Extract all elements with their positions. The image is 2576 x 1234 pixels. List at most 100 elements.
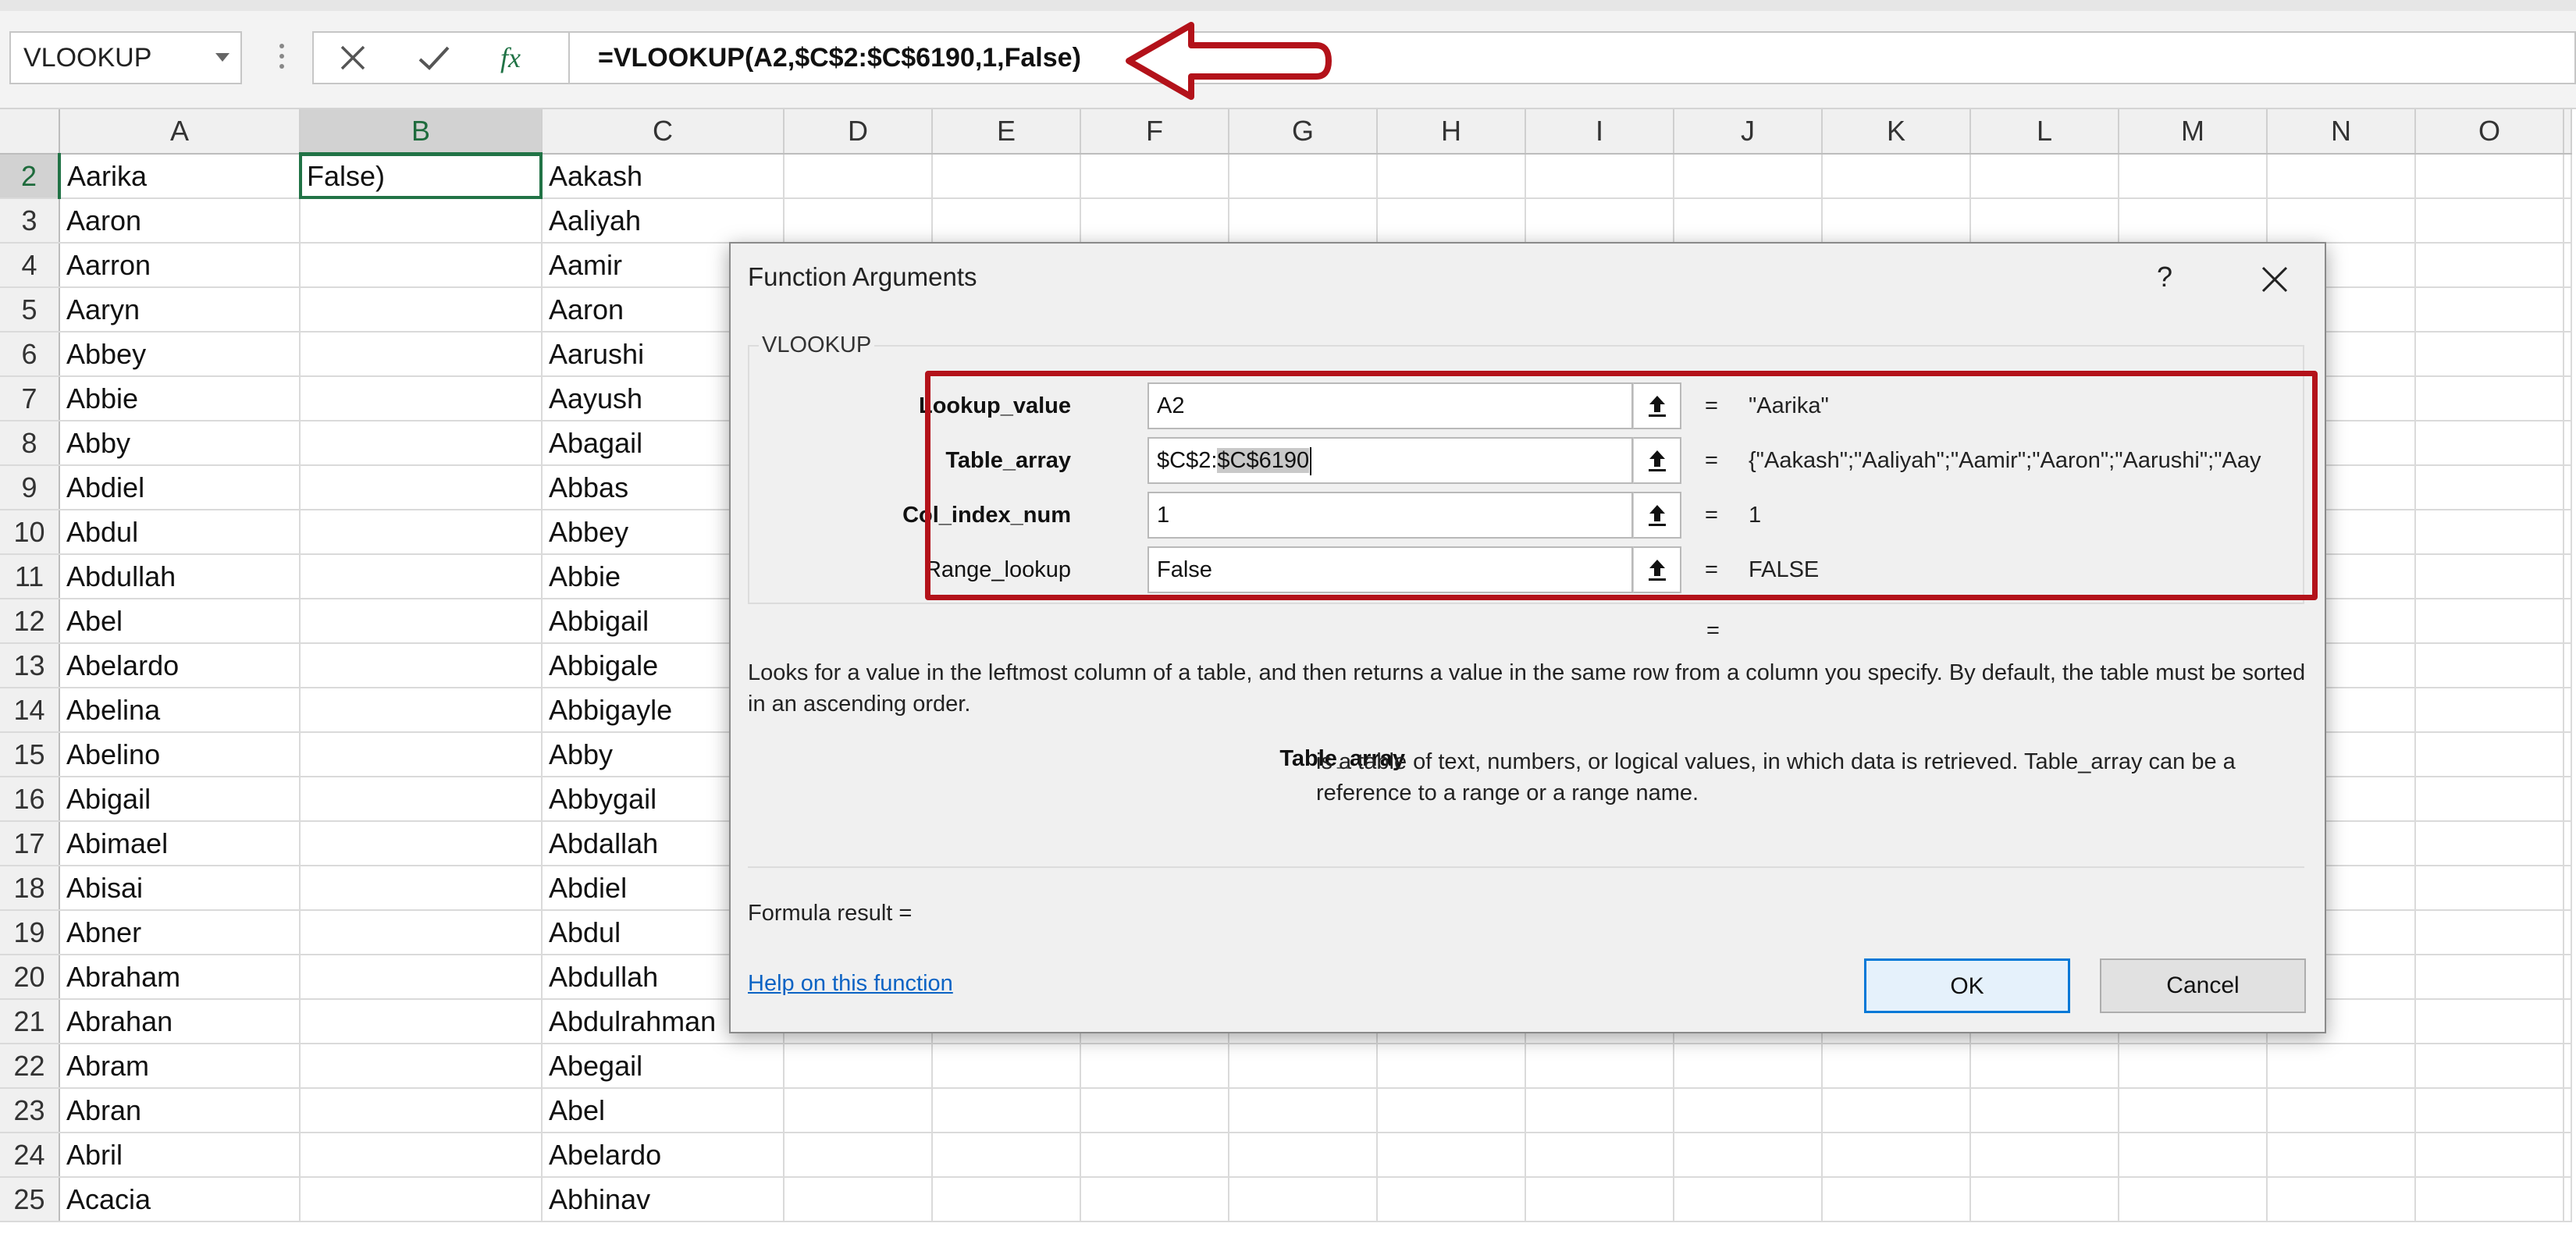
- empty-cell[interactable]: [2415, 510, 2564, 555]
- row-header[interactable]: 5: [0, 287, 60, 333]
- formula-input[interactable]: =VLOOKUP(A2,$C$2:$C$6190,1,False): [568, 31, 2576, 84]
- select-all-corner[interactable]: [0, 109, 60, 155]
- empty-cell[interactable]: [1822, 1044, 1971, 1089]
- drag-handle-icon[interactable]: [279, 44, 284, 72]
- empty-cell[interactable]: [1525, 1177, 1674, 1222]
- column-header-h[interactable]: H: [1377, 109, 1526, 155]
- row-header[interactable]: 7: [0, 376, 60, 421]
- cell-b3[interactable]: [300, 198, 543, 244]
- cell-c24[interactable]: Abelardo: [542, 1133, 785, 1178]
- empty-cell[interactable]: [2564, 287, 2572, 333]
- empty-cell[interactable]: [932, 1044, 1081, 1089]
- empty-cell[interactable]: [2564, 332, 2572, 377]
- empty-cell[interactable]: [1970, 198, 2119, 244]
- cell-a23[interactable]: Abran: [59, 1088, 301, 1133]
- cell-a21[interactable]: Abrahan: [59, 999, 301, 1044]
- row-header[interactable]: 25: [0, 1177, 60, 1222]
- empty-cell[interactable]: [1377, 1177, 1526, 1222]
- column-header-c[interactable]: C: [542, 109, 785, 155]
- empty-cell[interactable]: [1525, 1088, 1674, 1133]
- empty-cell[interactable]: [1822, 1133, 1971, 1178]
- column-header-j[interactable]: J: [1674, 109, 1823, 155]
- name-box[interactable]: VLOOKUP: [9, 31, 242, 84]
- cell-a13[interactable]: Abelardo: [59, 643, 301, 688]
- empty-cell[interactable]: [1674, 154, 1823, 199]
- empty-cell[interactable]: [2415, 910, 2564, 955]
- row-header[interactable]: 20: [0, 955, 60, 1000]
- empty-cell[interactable]: [1229, 1044, 1378, 1089]
- empty-cell[interactable]: [1822, 1177, 1971, 1222]
- empty-cell[interactable]: [1674, 198, 1823, 244]
- row-header[interactable]: 10: [0, 510, 60, 555]
- column-header-a[interactable]: A: [59, 109, 301, 155]
- empty-cell[interactable]: [1377, 1133, 1526, 1178]
- empty-cell[interactable]: [2415, 465, 2564, 510]
- empty-cell[interactable]: [2564, 688, 2572, 733]
- cell-b20[interactable]: [300, 955, 543, 1000]
- empty-cell[interactable]: [1525, 154, 1674, 199]
- empty-cell[interactable]: [2415, 1177, 2564, 1222]
- cell-b17[interactable]: [300, 821, 543, 866]
- empty-cell[interactable]: [2564, 465, 2572, 510]
- empty-cell[interactable]: [2415, 732, 2564, 777]
- empty-cell[interactable]: [1229, 1088, 1378, 1133]
- empty-cell[interactable]: [2415, 376, 2564, 421]
- empty-cell[interactable]: [784, 198, 933, 244]
- cell-b5[interactable]: [300, 287, 543, 333]
- empty-cell[interactable]: [1229, 1133, 1378, 1178]
- empty-cell[interactable]: [2119, 198, 2268, 244]
- empty-cell[interactable]: [2564, 554, 2572, 599]
- cell-b16[interactable]: [300, 777, 543, 822]
- cell-a12[interactable]: Abel: [59, 599, 301, 644]
- cell-b10[interactable]: [300, 510, 543, 555]
- empty-cell[interactable]: [1229, 154, 1378, 199]
- empty-cell[interactable]: [932, 1177, 1081, 1222]
- empty-cell[interactable]: [1377, 154, 1526, 199]
- column-header-k[interactable]: K: [1822, 109, 1971, 155]
- empty-cell[interactable]: [1822, 1088, 1971, 1133]
- row-header[interactable]: 6: [0, 332, 60, 377]
- row-header[interactable]: 17: [0, 821, 60, 866]
- cell-a20[interactable]: Abraham: [59, 955, 301, 1000]
- cell-c22[interactable]: Abegail: [542, 1044, 785, 1089]
- empty-cell[interactable]: [2119, 1133, 2268, 1178]
- empty-cell[interactable]: [2564, 198, 2572, 244]
- empty-cell[interactable]: [1377, 1088, 1526, 1133]
- cell-a6[interactable]: Abbey: [59, 332, 301, 377]
- column-header-o[interactable]: O: [2415, 109, 2564, 155]
- row-header[interactable]: 15: [0, 732, 60, 777]
- empty-cell[interactable]: [932, 1133, 1081, 1178]
- empty-cell[interactable]: [1525, 198, 1674, 244]
- empty-cell[interactable]: [1674, 1044, 1823, 1089]
- cell-b25[interactable]: [300, 1177, 543, 1222]
- empty-cell[interactable]: [1970, 1088, 2119, 1133]
- empty-cell[interactable]: [2564, 1088, 2572, 1133]
- empty-cell[interactable]: [1377, 1044, 1526, 1089]
- empty-cell[interactable]: [784, 1044, 933, 1089]
- cell-a22[interactable]: Abram: [59, 1044, 301, 1089]
- empty-cell[interactable]: [1229, 198, 1378, 244]
- row-header[interactable]: 24: [0, 1133, 60, 1178]
- empty-cell[interactable]: [1674, 1177, 1823, 1222]
- cell-a7[interactable]: Abbie: [59, 376, 301, 421]
- cell-a5[interactable]: Aaryn: [59, 287, 301, 333]
- cell-b6[interactable]: [300, 332, 543, 377]
- empty-cell[interactable]: [2564, 243, 2572, 288]
- empty-cell[interactable]: [2415, 777, 2564, 822]
- empty-cell[interactable]: [2267, 1044, 2416, 1089]
- empty-cell[interactable]: [784, 1088, 933, 1133]
- cancel-button[interactable]: Cancel: [2100, 958, 2306, 1013]
- column-header-d[interactable]: D: [784, 109, 933, 155]
- empty-cell[interactable]: [2267, 198, 2416, 244]
- cell-b23[interactable]: [300, 1088, 543, 1133]
- empty-cell[interactable]: [2564, 999, 2572, 1044]
- empty-cell[interactable]: [2415, 599, 2564, 644]
- empty-cell[interactable]: [1970, 1044, 2119, 1089]
- empty-cell[interactable]: [2415, 955, 2564, 1000]
- cell-b4[interactable]: [300, 243, 543, 288]
- cell-b19[interactable]: [300, 910, 543, 955]
- row-header[interactable]: 16: [0, 777, 60, 822]
- row-header[interactable]: 14: [0, 688, 60, 733]
- row-header[interactable]: 11: [0, 554, 60, 599]
- cell-b11[interactable]: [300, 554, 543, 599]
